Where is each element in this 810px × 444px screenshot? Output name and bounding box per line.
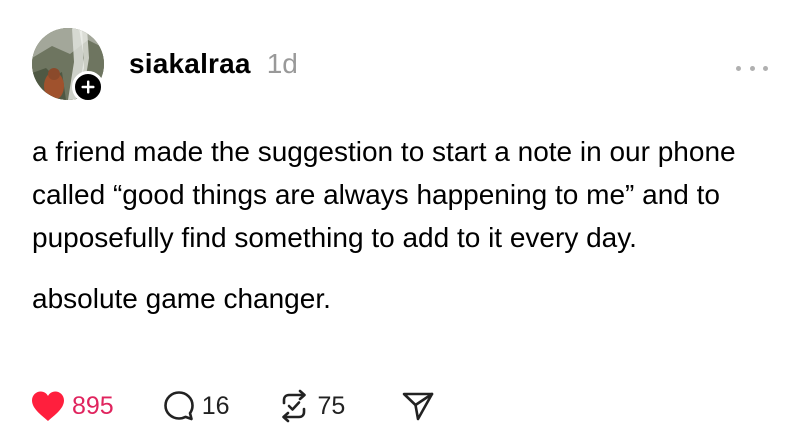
action-bar: 895 16 75 <box>30 388 435 424</box>
timestamp: 1d <box>266 48 298 79</box>
like-button[interactable]: 895 <box>30 388 114 424</box>
avatar-container[interactable] <box>32 28 104 103</box>
send-icon <box>403 392 434 421</box>
share-button[interactable] <box>401 388 435 424</box>
repost-icon <box>281 389 306 423</box>
reply-button[interactable]: 16 <box>162 388 230 424</box>
speech-bubble-icon <box>163 391 194 421</box>
follow-button[interactable] <box>72 71 104 103</box>
heart-icon <box>32 391 64 421</box>
more-options-button[interactable] <box>732 60 772 76</box>
post-paragraph: absolute game changer. <box>32 283 331 314</box>
reply-count: 16 <box>201 391 230 420</box>
post-paragraph: a friend made the suggestion to start a … <box>32 136 736 253</box>
repost-button[interactable]: 75 <box>276 388 346 424</box>
username[interactable]: siakalraa <box>129 48 251 80</box>
plus-icon <box>81 80 95 94</box>
more-dots-icon <box>736 65 741 71</box>
more-dots-icon <box>749 65 755 71</box>
thread-post: siakalraa 1d a friend made the suggestio… <box>0 0 810 444</box>
repost-count: 75 <box>317 391 346 420</box>
like-count: 895 <box>72 391 114 420</box>
more-dots-icon <box>763 65 768 71</box>
post-body: a friend made the suggestion to start a … <box>32 130 772 320</box>
post-header: siakalraa 1d <box>129 48 298 82</box>
